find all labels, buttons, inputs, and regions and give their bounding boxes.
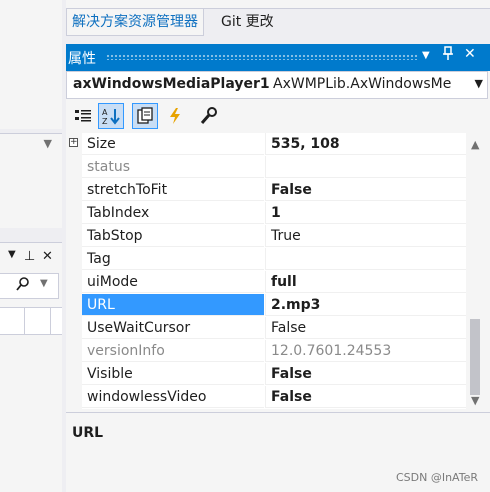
- window-menu-icon[interactable]: ▼: [422, 50, 430, 61]
- dropdown-icon[interactable]: ▼: [8, 249, 16, 260]
- property-value[interactable]: True: [265, 225, 466, 247]
- property-row[interactable]: windowlessVideo False: [66, 386, 466, 409]
- property-row[interactable]: + Size 535, 108: [66, 133, 466, 156]
- row-gutter: [66, 202, 82, 225]
- property-name[interactable]: TabIndex: [82, 202, 264, 224]
- property-value[interactable]: [265, 248, 466, 270]
- properties-view-icon[interactable]: [132, 103, 158, 129]
- scrollbar-thumb[interactable]: [470, 319, 480, 395]
- object-name: axWindowsMediaPlayer1: [73, 76, 270, 92]
- row-gutter: [66, 225, 82, 248]
- left-pane-secondary: ▼ ⊥ ✕ ▼: [0, 242, 62, 492]
- watermark: CSDN @InATeR: [395, 471, 478, 484]
- title-grip[interactable]: [106, 54, 418, 60]
- property-row[interactable]: TabStop True: [66, 225, 466, 248]
- left-search-box[interactable]: ▼: [0, 273, 59, 299]
- property-value[interactable]: False: [265, 179, 466, 201]
- property-grid: + Size 535, 108 status stretchToFit False TabI…: [66, 133, 466, 409]
- property-name[interactable]: Visible: [82, 363, 264, 385]
- row-gutter: [66, 294, 82, 317]
- row-gutter: [66, 179, 82, 202]
- property-value[interactable]: 2.mp3: [265, 294, 466, 316]
- property-grid-scrollbar[interactable]: ▲ ▼: [466, 133, 486, 409]
- column-divider: [50, 308, 51, 334]
- events-icon[interactable]: [162, 103, 188, 129]
- left-pane-body: [0, 156, 62, 228]
- property-value[interactable]: [265, 156, 466, 178]
- property-row[interactable]: status: [66, 156, 466, 179]
- property-name[interactable]: Size: [82, 133, 264, 155]
- property-value[interactable]: False: [265, 363, 466, 385]
- object-type: AxWMPLib.AxWindowsMe: [273, 76, 452, 92]
- tab-git-changes[interactable]: Git 更改: [216, 9, 279, 35]
- row-gutter: [66, 386, 82, 409]
- row-gutter: [66, 340, 82, 363]
- property-value[interactable]: full: [265, 271, 466, 293]
- property-name[interactable]: status: [82, 156, 264, 178]
- search-icon[interactable]: [16, 276, 30, 296]
- scroll-up-icon[interactable]: ▲: [471, 138, 479, 151]
- property-row[interactable]: versionInfo 12.0.7601.24553: [66, 340, 466, 363]
- row-gutter: [66, 363, 82, 386]
- properties-title: 属性: [68, 51, 96, 67]
- property-name[interactable]: URL: [82, 294, 264, 316]
- tab-solution-explorer[interactable]: 解决方案资源管理器: [66, 9, 204, 36]
- property-name[interactable]: Tag: [82, 248, 264, 270]
- categorized-icon[interactable]: [70, 103, 96, 129]
- property-value[interactable]: 535, 108: [265, 133, 466, 155]
- property-row[interactable]: Visible False: [66, 363, 466, 386]
- left-grid-header: [0, 307, 62, 335]
- property-value[interactable]: False: [265, 317, 466, 339]
- svg-text:Z: Z: [102, 117, 108, 125]
- property-name[interactable]: UseWaitCursor: [82, 317, 264, 339]
- left-pane-top: [0, 0, 62, 129]
- pin-icon[interactable]: ⊥: [24, 249, 35, 264]
- left-dropdown[interactable]: ▼: [0, 133, 62, 157]
- close-icon[interactable]: ✕: [464, 46, 476, 62]
- alphabetical-icon[interactable]: AZ: [98, 103, 124, 129]
- property-row[interactable]: stretchToFit False: [66, 179, 466, 202]
- column-divider: [24, 308, 25, 334]
- close-icon[interactable]: ✕: [42, 249, 53, 264]
- property-row[interactable]: URL 2.mp3: [66, 294, 466, 317]
- property-value[interactable]: 12.0.7601.24553: [265, 340, 466, 362]
- property-row[interactable]: uiMode full: [66, 271, 466, 294]
- property-pages-icon[interactable]: [196, 103, 222, 129]
- object-selector[interactable]: axWindowsMediaPlayer1 AxWMPLib.AxWindows…: [66, 71, 488, 99]
- property-value[interactable]: False: [265, 386, 466, 408]
- solution-explorer-remnant: [66, 0, 490, 9]
- property-name[interactable]: TabStop: [82, 225, 264, 247]
- svg-text:A: A: [102, 108, 108, 117]
- row-gutter: [66, 317, 82, 340]
- scroll-down-icon[interactable]: ▼: [471, 394, 479, 407]
- property-name[interactable]: stretchToFit: [82, 179, 264, 201]
- chevron-down-icon[interactable]: ▼: [475, 77, 483, 90]
- expand-icon[interactable]: +: [69, 138, 78, 147]
- property-row[interactable]: Tag: [66, 248, 466, 271]
- description-pane: URL CSDN @InATeR: [66, 412, 490, 492]
- row-gutter: [66, 156, 82, 179]
- property-name[interactable]: uiMode: [82, 271, 264, 293]
- property-name[interactable]: versionInfo: [82, 340, 264, 362]
- left-pane-title-bar: ▼ ⊥ ✕: [0, 243, 62, 271]
- tool-window-tabs: 解决方案资源管理器 Git 更改: [66, 9, 490, 36]
- chevron-down-icon[interactable]: ▼: [40, 278, 48, 289]
- property-name[interactable]: windowlessVideo: [82, 386, 264, 408]
- property-row[interactable]: UseWaitCursor False: [66, 317, 466, 340]
- row-gutter: [66, 271, 82, 294]
- description-title: URL: [72, 425, 104, 441]
- property-value[interactable]: 1: [265, 202, 466, 224]
- properties-title-bar: 属性 ▼ ✕: [66, 44, 490, 71]
- row-gutter: +: [66, 133, 82, 156]
- properties-toolbar: AZ: [66, 100, 490, 132]
- properties-window: 属性 ▼ ✕ axWindowsMediaPlayer1 AxWMPLib.Ax…: [66, 44, 490, 492]
- property-row[interactable]: TabIndex 1: [66, 202, 466, 225]
- chevron-down-icon[interactable]: ▼: [44, 137, 52, 150]
- row-gutter: [66, 248, 82, 271]
- pin-icon[interactable]: [442, 46, 454, 66]
